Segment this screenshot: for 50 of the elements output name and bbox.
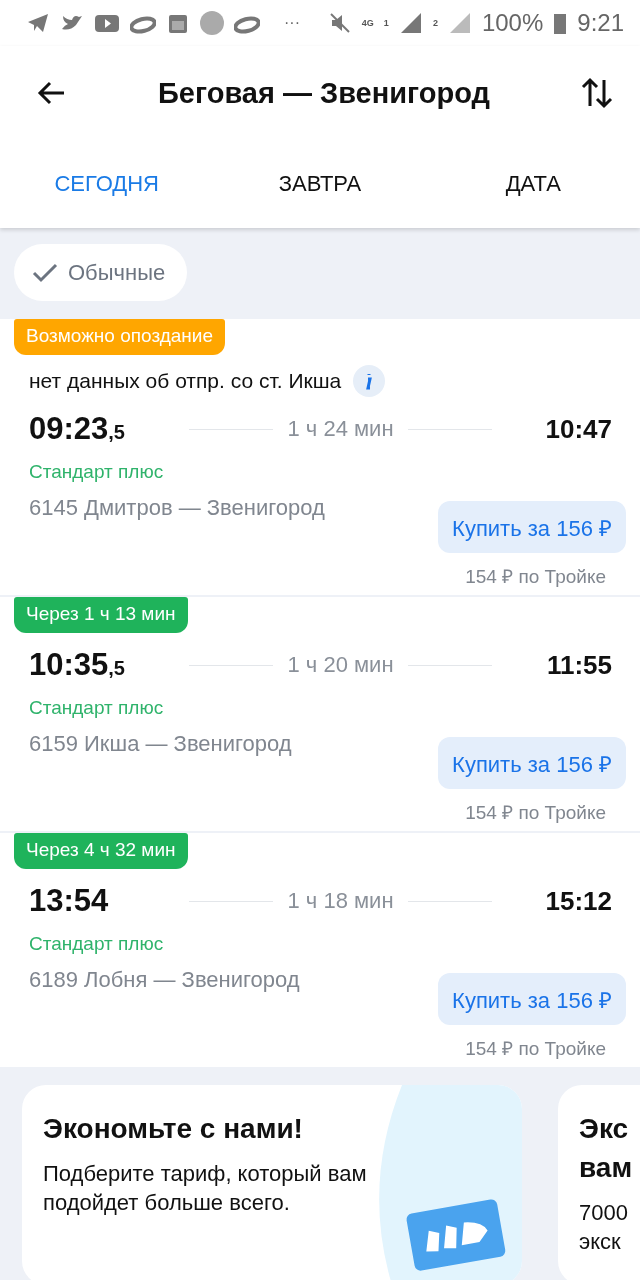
train-route: 6145 Дмитров — Звенигород xyxy=(29,495,325,521)
promo-text: Подберите тариф, который вам подойдет больше всего. xyxy=(43,1160,368,1217)
departure-time: 09:23,5 xyxy=(29,411,126,447)
train-card[interactable]: Через 4 ч 32 мин 13:54 1 ч 18 мин 15:12 Стандарт плюс 6189 Лобня — Звенигород Купить за 156 ₽ 154 ₽ по Тройке xyxy=(0,833,640,1067)
avatar-icon xyxy=(200,11,224,35)
departure-time: 10:35,5 xyxy=(29,647,126,683)
status-badge: Через 1 ч 13 мин xyxy=(14,597,188,633)
trip-duration: 1 ч 20 мин xyxy=(287,652,394,678)
arrival-time: 11:55 xyxy=(545,649,612,681)
sim-label: 1 xyxy=(383,18,389,28)
promo-title: Экс вам xyxy=(579,1112,634,1186)
promo-title: Экономьте с нами! xyxy=(43,1112,304,1146)
clock: 9:21 xyxy=(577,9,624,37)
trip-duration: 1 ч 24 мин xyxy=(287,416,394,442)
info-icon[interactable] xyxy=(353,365,386,397)
fare-class: Стандарт плюс xyxy=(29,697,165,719)
fare-class: Стандарт плюс xyxy=(29,933,165,955)
buy-button[interactable]: Купить за 156 ₽ xyxy=(438,737,626,789)
arrival-time: 10:47 xyxy=(544,413,612,445)
promo-card[interactable]: Экономьте с нами! Подберите тариф, который вам подойдет больше всего. xyxy=(22,1085,522,1280)
troika-price: 154 ₽ по Тройке xyxy=(465,1037,606,1061)
train-route: 6159 Икша — Звенигород xyxy=(29,731,292,757)
fare-class: Стандарт плюс xyxy=(29,461,165,483)
troika-price: 154 ₽ по Тройке xyxy=(465,565,606,589)
status-badge: Возможно опоздание xyxy=(14,319,226,355)
day-tab[interactable]: СЕГОДНЯ xyxy=(0,163,214,205)
status-badge: Через 4 ч 32 мин xyxy=(14,833,188,869)
battery-percent: 100% xyxy=(481,9,544,37)
delay-note: нет данных об отпр. со ст. Икша xyxy=(29,369,342,393)
filter-chip[interactable]: Обычные xyxy=(14,244,188,301)
arrival-time: 15:12 xyxy=(544,885,612,917)
trip-duration: 1 ч 18 мин xyxy=(287,888,394,914)
train-route: 6189 Лобня — Звенигород xyxy=(29,967,300,993)
day-tab[interactable]: ЗАВТРА xyxy=(213,163,427,205)
train-card[interactable]: Через 1 ч 13 мин 10:35,5 1 ч 20 мин 11:55 Стандарт плюс 6159 Икша — Звенигород Купить за 156 ₽ 154 ₽ по Тройке xyxy=(0,597,640,831)
sim-label: 2 xyxy=(432,18,438,28)
battery-icon xyxy=(553,11,568,35)
buy-button[interactable]: Купить за 156 ₽ xyxy=(438,501,626,553)
more-notifications: ··· xyxy=(284,14,300,32)
promo-text: 7000 экск xyxy=(579,1199,629,1256)
day-tab[interactable]: ДАТА xyxy=(426,163,640,205)
promo-card[interactable]: Экс вам 7000 экск xyxy=(558,1085,640,1280)
mute-icon xyxy=(327,11,352,35)
train-card[interactable]: Возможно опоздание нет данных об отпр. со ст. Икша 09:23,5 1 ч 24 мин 10:47 Стандарт плюс 6145 Дмитров — Звенигород Купить за 156 ₽ 154 ₽ по Тройке xyxy=(0,319,640,595)
departure-time: 13:54 xyxy=(29,883,110,919)
network-label: 4G xyxy=(361,18,374,28)
troika-price: 154 ₽ по Тройке xyxy=(465,801,606,825)
buy-button[interactable]: Купить за 156 ₽ xyxy=(438,973,626,1025)
route-title: Беговая — Звенигород xyxy=(158,76,490,110)
swap-icon xyxy=(580,76,614,110)
